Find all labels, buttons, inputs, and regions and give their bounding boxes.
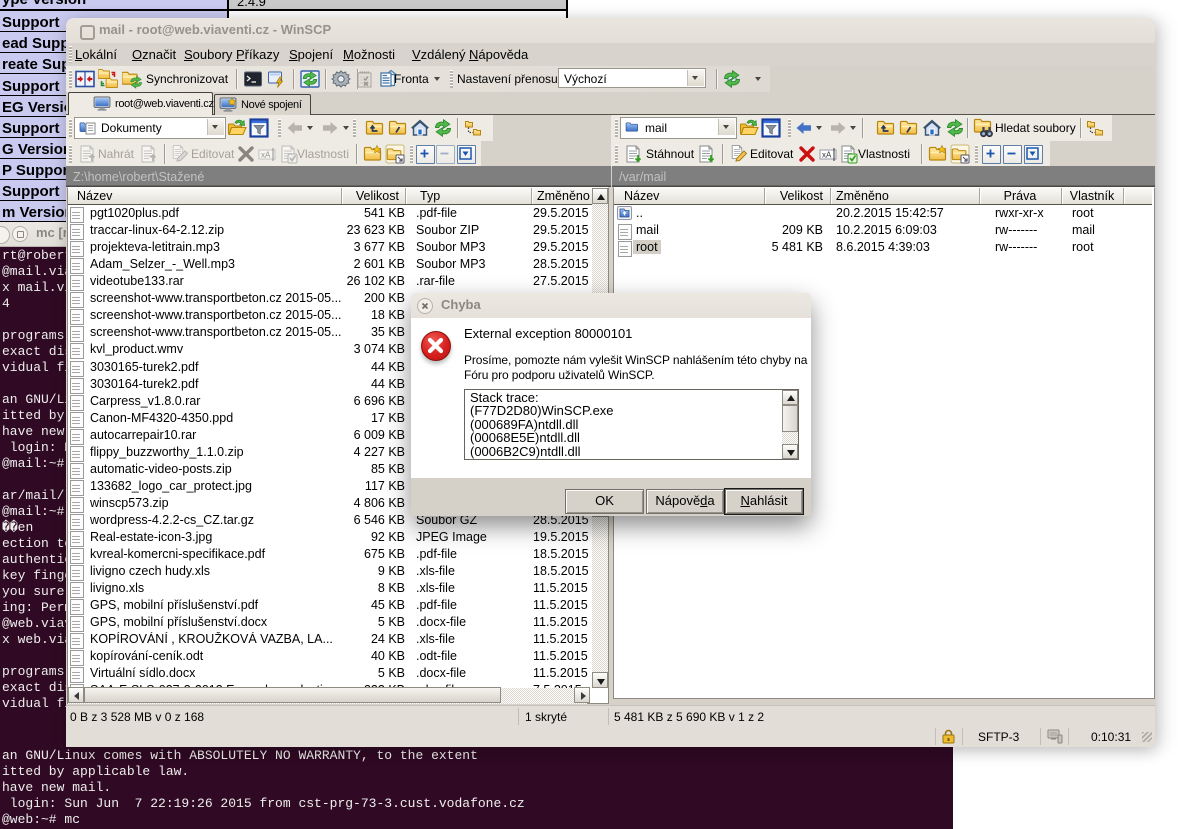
svg-text:xA: xA [261, 151, 271, 160]
svg-text:xA: xA [822, 151, 832, 160]
